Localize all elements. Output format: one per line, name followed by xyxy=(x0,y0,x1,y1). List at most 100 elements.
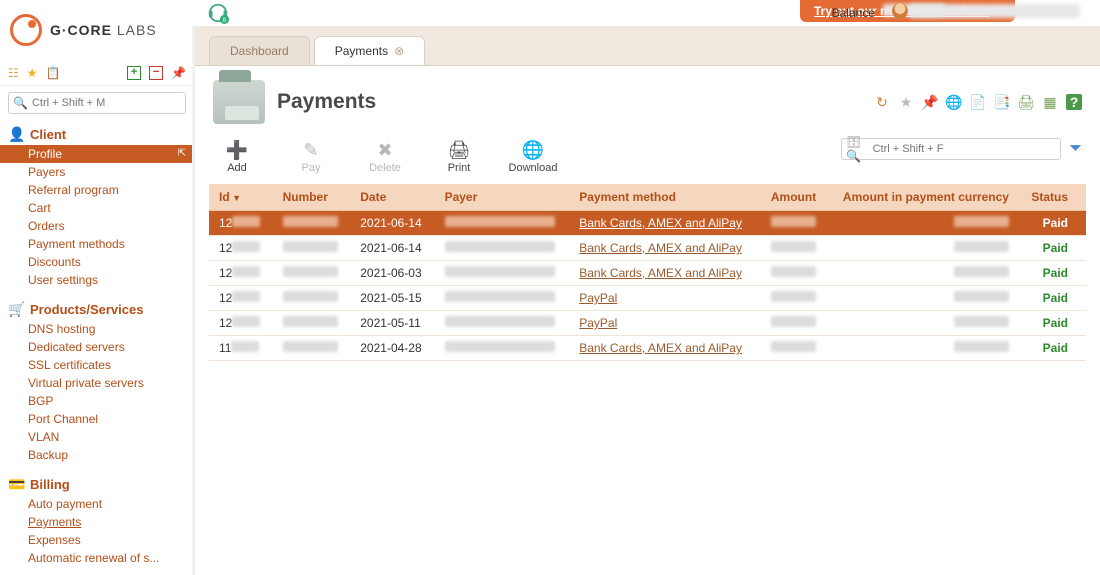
sidebar-section-billing[interactable]: 💳Billing xyxy=(0,470,194,495)
payment-method-link[interactable]: PayPal xyxy=(579,316,617,330)
col-amount-in-payment-currency[interactable]: Amount in payment currency xyxy=(826,184,1019,211)
download-button[interactable]: 🌐Download xyxy=(509,138,557,174)
table-row[interactable]: 122021-05-15PayPalPaid xyxy=(209,286,1086,311)
globe-icon[interactable]: 🌐 xyxy=(946,94,962,110)
section-title: Billing xyxy=(30,477,70,492)
sidebar-section-products-services[interactable]: 🛒Products/Services xyxy=(0,295,194,320)
page-header-icons: ↻ ★ 📌 🌐 📄 📑 🖨 ▦? xyxy=(874,94,1082,110)
tab-payments[interactable]: Payments⊗ xyxy=(314,36,425,65)
table-row[interactable]: 122021-05-11PayPalPaid xyxy=(209,311,1086,336)
table-icon[interactable]: ▦ xyxy=(1042,94,1058,110)
cell-date: 2021-05-15 xyxy=(350,286,434,311)
avatar[interactable] xyxy=(892,3,908,19)
sidebar-item-dns-hosting[interactable]: DNS hosting xyxy=(0,320,194,338)
col-number[interactable]: Number xyxy=(273,184,351,211)
sidebar-toolbar: ☷ ★ 📋 + − 📌 xyxy=(0,60,194,86)
print-button[interactable]: 🖨Print xyxy=(435,138,483,174)
brand-logo: G·CORE LABS xyxy=(0,0,195,60)
col-amount[interactable]: Amount xyxy=(759,184,827,211)
cell-amount xyxy=(759,311,827,336)
sidebar-item-profile[interactable]: Profile⇱ xyxy=(0,145,194,163)
filter-icon[interactable]: ⏷ xyxy=(1069,140,1082,158)
help-icon[interactable]: ? xyxy=(1066,94,1082,110)
list-icon[interactable]: ☷ xyxy=(8,66,19,80)
tab-label: Dashboard xyxy=(230,44,289,58)
cell-date: 2021-06-14 xyxy=(350,211,434,236)
user-name-redacted xyxy=(910,4,1080,18)
copy-icon[interactable]: 📄 xyxy=(970,94,986,110)
payment-method-link[interactable]: Bank Cards, AMEX and AliPay xyxy=(579,341,742,355)
print-icon[interactable]: 🖨 xyxy=(1018,94,1034,110)
sidebar-search[interactable]: 🔍 xyxy=(8,92,186,114)
cell-number xyxy=(273,211,351,236)
cell-id: 12 xyxy=(209,286,273,311)
refresh-icon[interactable]: ↻ xyxy=(874,94,890,110)
payment-method-link[interactable]: Bank Cards, AMEX and AliPay xyxy=(579,241,742,255)
table-row[interactable]: 122021-06-03Bank Cards, AMEX and AliPayP… xyxy=(209,261,1086,286)
action-label: Add xyxy=(227,162,247,174)
table-row[interactable]: 112021-04-28Bank Cards, AMEX and AliPayP… xyxy=(209,336,1086,361)
cell-status: Paid xyxy=(1019,236,1086,261)
doc-icon[interactable]: 📑 xyxy=(994,94,1010,110)
sidebar-item-virtual-private-servers[interactable]: Virtual private servers xyxy=(0,374,194,392)
delete-icon: ✖ xyxy=(372,138,398,162)
payments-page-icon xyxy=(213,80,265,124)
close-icon[interactable]: ⊗ xyxy=(394,44,404,58)
svg-text:8: 8 xyxy=(223,17,227,24)
quick-search: 🗄🔍 ⏷ xyxy=(841,138,1082,160)
cell-payer xyxy=(435,311,570,336)
star-icon[interactable]: ★ xyxy=(898,94,914,110)
support-icon[interactable]: 8 xyxy=(207,2,229,24)
tabstrip: Dashboard Payments⊗ xyxy=(195,26,1100,66)
pin-icon[interactable]: 📌 xyxy=(922,94,938,110)
sidebar-item-orders[interactable]: Orders xyxy=(0,217,194,235)
col-id[interactable]: Id xyxy=(209,184,273,211)
cell-date: 2021-06-03 xyxy=(350,261,434,286)
payment-method-link[interactable]: PayPal xyxy=(579,291,617,305)
table-row[interactable]: 122021-06-14Bank Cards, AMEX and AliPayP… xyxy=(209,211,1086,236)
cell-amount-currency xyxy=(826,236,1019,261)
cell-number xyxy=(273,286,351,311)
pay-icon: ✎ xyxy=(298,138,324,162)
cell-method: Bank Cards, AMEX and AliPay xyxy=(569,236,758,261)
expand-all-icon[interactable]: + xyxy=(127,66,141,80)
section-icon: 👤 xyxy=(8,126,24,143)
sidebar-item-bgp[interactable]: BGP xyxy=(0,392,194,410)
sidebar-item-payment-methods[interactable]: Payment methods xyxy=(0,235,194,253)
payment-method-link[interactable]: Bank Cards, AMEX and AliPay xyxy=(579,266,742,280)
sidebar-item-automatic-renewal-of-s-[interactable]: Automatic renewal of s... xyxy=(0,549,194,567)
sidebar-item-payments[interactable]: Payments xyxy=(0,513,194,531)
sidebar-item-referral-program[interactable]: Referral program xyxy=(0,181,194,199)
add-button[interactable]: ➕Add xyxy=(213,138,261,174)
clipboard-icon[interactable]: 📋 xyxy=(46,66,61,80)
table-row[interactable]: 122021-06-14Bank Cards, AMEX and AliPayP… xyxy=(209,236,1086,261)
col-status[interactable]: Status xyxy=(1019,184,1086,211)
tab-dashboard[interactable]: Dashboard xyxy=(209,36,310,65)
col-date[interactable]: Date xyxy=(350,184,434,211)
cell-method: Bank Cards, AMEX and AliPay xyxy=(569,211,758,236)
sidebar-item-auto-payment[interactable]: Auto payment xyxy=(0,495,194,513)
pin-icon[interactable]: 📌 xyxy=(171,66,186,80)
sidebar-item-cart[interactable]: Cart xyxy=(0,199,194,217)
col-payer[interactable]: Payer xyxy=(435,184,570,211)
collapse-all-icon[interactable]: − xyxy=(149,66,163,80)
sidebar-item-backup[interactable]: Backup xyxy=(0,446,194,464)
sidebar-section-client[interactable]: 👤Client xyxy=(0,120,194,145)
sidebar-item-discounts[interactable]: Discounts xyxy=(0,253,194,271)
quick-search-input[interactable] xyxy=(873,143,1057,155)
sidebar-item-ssl-certificates[interactable]: SSL certificates xyxy=(0,356,194,374)
sidebar-item-vlan[interactable]: VLAN xyxy=(0,428,194,446)
star-icon[interactable]: ★ xyxy=(27,66,38,80)
sidebar-search-input[interactable] xyxy=(32,97,181,109)
cell-number xyxy=(273,261,351,286)
sidebar-item-payers[interactable]: Payers xyxy=(0,163,194,181)
col-payment-method[interactable]: Payment method xyxy=(569,184,758,211)
action-label: Delete xyxy=(369,162,401,174)
sidebar-item-dedicated-servers[interactable]: Dedicated servers xyxy=(0,338,194,356)
sidebar-item-expenses[interactable]: Expenses xyxy=(0,531,194,549)
sidebar-item-user-settings[interactable]: User settings xyxy=(0,271,194,289)
cell-payer xyxy=(435,286,570,311)
quick-search-box[interactable]: 🗄🔍 xyxy=(841,138,1061,160)
sidebar-item-port-channel[interactable]: Port Channel xyxy=(0,410,194,428)
payment-method-link[interactable]: Bank Cards, AMEX and AliPay xyxy=(579,216,742,230)
